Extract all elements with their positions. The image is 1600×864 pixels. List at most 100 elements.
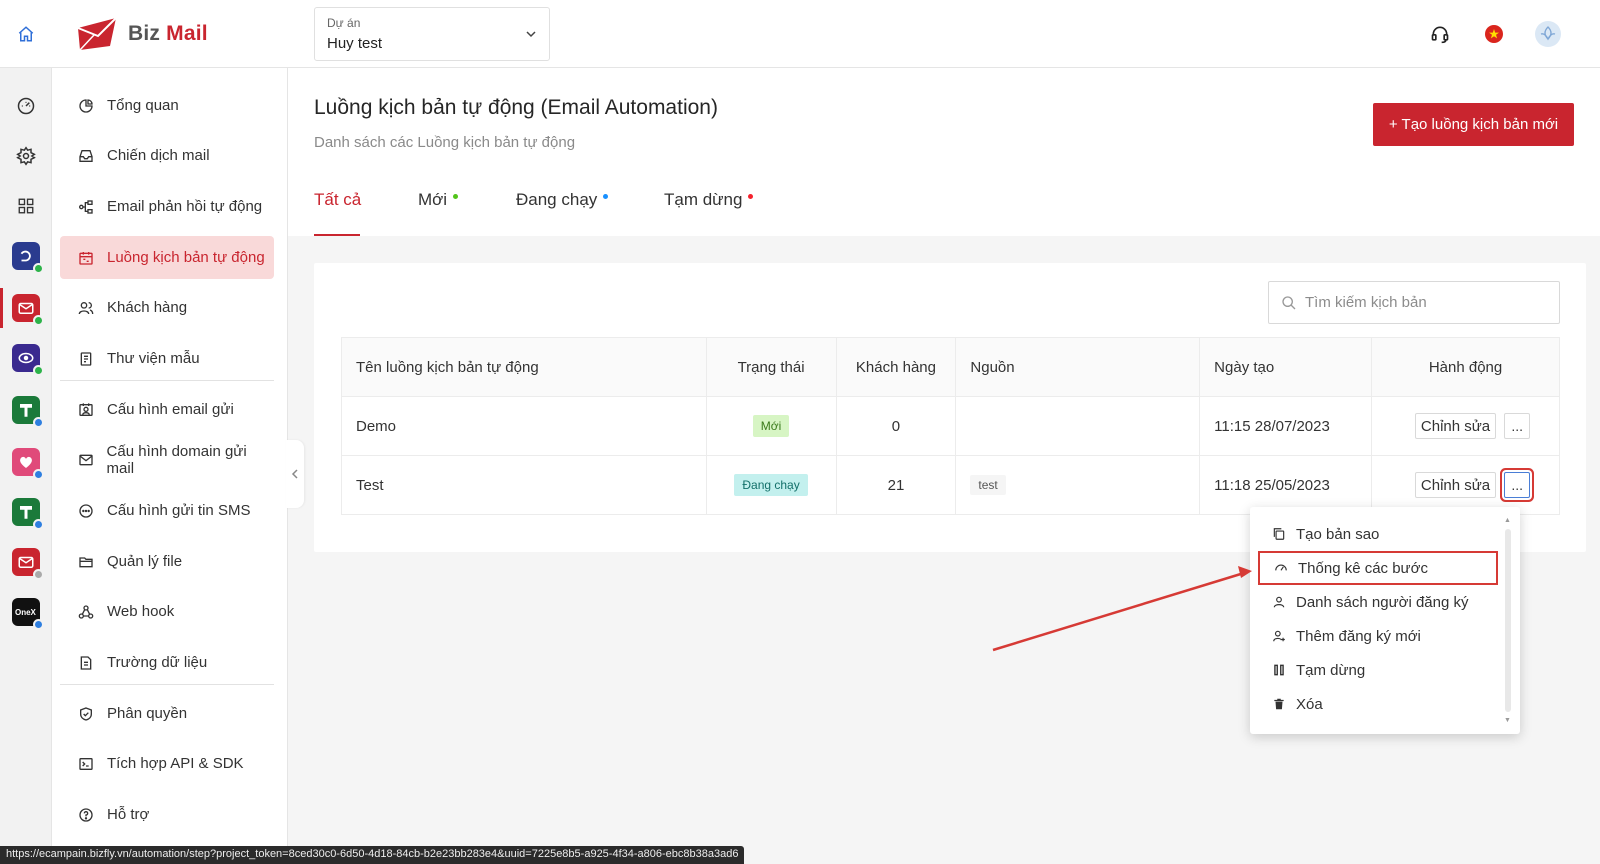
cell-status: Mới: [705, 396, 837, 456]
user-avatar[interactable]: [1534, 20, 1562, 48]
rail-apps-grid[interactable]: [12, 192, 40, 220]
copy-icon: [1273, 528, 1285, 540]
sidebar-item-auto-reply[interactable]: Email phản hồi tự động: [60, 185, 274, 228]
cell-source: test: [955, 455, 1201, 515]
column-header-source[interactable]: Nguồn: [955, 337, 1201, 397]
menu-item-label: Danh sách người đăng ký: [1296, 593, 1469, 611]
sidebar-item-label: Tích hợp API & SDK: [107, 755, 244, 772]
webhook-icon: [77, 603, 95, 621]
online-dot: [33, 315, 44, 326]
sidebar-item-api-sdk[interactable]: Tích hợp API & SDK: [60, 742, 274, 785]
menu-item-label: Thống kê các bước: [1298, 559, 1428, 577]
status-badge: Mới: [752, 415, 790, 437]
sidebar-item-label: Trường dữ liệu: [107, 654, 208, 671]
rail-app-pink[interactable]: [12, 448, 44, 480]
menu-item-duplicate[interactable]: Tạo bản sao: [1270, 517, 1502, 551]
sidebar-item-overview[interactable]: Tổng quan: [60, 84, 274, 127]
sidebar-item-email-config[interactable]: Cấu hình email gửi: [60, 388, 274, 431]
cell-created: 11:15 28/07/2023: [1199, 396, 1373, 456]
column-header-customers[interactable]: Khách hàng: [835, 337, 957, 397]
sidebar-divider: [60, 684, 274, 685]
menu-item-delete[interactable]: Xóa: [1270, 687, 1502, 721]
search-input[interactable]: [1305, 294, 1545, 311]
menu-item-step-stats[interactable]: Thống kê các bước: [1258, 551, 1498, 585]
app-rail: OneX: [0, 68, 52, 864]
terminal-icon: [77, 755, 95, 773]
sidebar-item-sms-config[interactable]: Cấu hình gửi tin SMS: [60, 489, 274, 532]
menu-item-subscribers[interactable]: Danh sách người đăng ký: [1270, 585, 1502, 619]
sidebar-item-mail-campaign[interactable]: Chiến dịch mail: [60, 134, 274, 177]
sidebar-item-automation[interactable]: Luồng kịch bản tự động: [60, 236, 274, 279]
create-automation-button[interactable]: + Tạo luồng kịch bản mới: [1373, 103, 1574, 146]
top-header: Biz Mail Dự án Huy test: [0, 0, 1600, 68]
logo-text-biz: Biz: [128, 22, 161, 45]
sidebar-item-customers[interactable]: Khách hàng: [60, 286, 274, 329]
add-dot: [33, 619, 44, 630]
sidebar-item-data-fields[interactable]: Trường dữ liệu: [60, 641, 274, 684]
sidebar-item-templates[interactable]: Thư viện mẫu: [60, 337, 274, 380]
menu-item-pause[interactable]: Tạm dừng: [1270, 653, 1502, 687]
rail-app-bizfly[interactable]: [12, 242, 44, 274]
sidebar-item-webhook[interactable]: Web hook: [60, 590, 274, 633]
column-header-created[interactable]: Ngày tạo: [1199, 337, 1373, 397]
project-select[interactable]: Dự án Huy test: [314, 7, 550, 61]
chevron-left-icon: [291, 469, 298, 479]
scrollbar-thumb[interactable]: [1505, 529, 1511, 712]
rail-settings[interactable]: [12, 142, 40, 170]
rail-app-chatbot[interactable]: [12, 344, 44, 376]
sidebar-item-label: Phân quyền: [107, 705, 188, 722]
table-header-row: Tên luồng kịch bản tự động Trạng thái Kh…: [341, 337, 1560, 397]
support-headset-icon[interactable]: [1426, 20, 1454, 48]
table-row[interactable]: Demo Mới 0 11:15 28/07/2023 Chỉnh sửa ..…: [341, 396, 1560, 456]
cell-created: 11:18 25/05/2023: [1199, 455, 1373, 515]
page-title: Luồng kịch bản tự động (Email Automation…: [314, 96, 718, 119]
tab-new[interactable]: Mới: [418, 184, 459, 236]
rail-active-indicator: [0, 288, 3, 328]
rail-app-onex[interactable]: OneX: [12, 598, 44, 630]
tab-label: Đang chạy: [516, 190, 598, 209]
sidebar-item-domain-config[interactable]: Cấu hình domain gửi mail: [60, 438, 274, 481]
online-dot: [33, 365, 44, 376]
cell-status: Đang chạy: [705, 455, 837, 515]
rail-app-mail-2[interactable]: [12, 548, 44, 580]
table-row[interactable]: Test Đang chạy 21 test 11:18 25/05/2023 …: [341, 455, 1560, 515]
source-tag: test: [970, 475, 1006, 495]
tab-paused[interactable]: Tạm dừng: [664, 184, 754, 236]
sidebar-item-file-manager[interactable]: Quản lý file: [60, 540, 274, 583]
rail-app-green-2[interactable]: [12, 498, 44, 530]
menu-item-label: Tạm dừng: [1296, 661, 1366, 679]
menu-item-add-subscriber[interactable]: Thêm đăng ký mới: [1270, 619, 1502, 653]
sidebar-item-permissions[interactable]: Phân quyền: [60, 692, 274, 735]
edit-button[interactable]: Chỉnh sửa: [1414, 413, 1497, 439]
vietnam-flag-icon[interactable]: [1480, 20, 1508, 48]
sidebar-item-label: Khách hàng: [107, 299, 188, 316]
sidebar-item-support[interactable]: Hỗ trợ: [60, 793, 274, 836]
bizmail-logo[interactable]: Biz Mail: [76, 16, 208, 52]
column-header-name[interactable]: Tên luồng kịch bản tự động: [341, 337, 707, 397]
more-actions-button[interactable]: ...: [1504, 413, 1531, 439]
dropdown-scrollbar[interactable]: ▲ ▼: [1504, 517, 1512, 724]
tab-all[interactable]: Tất cả: [314, 184, 361, 236]
tab-running[interactable]: Đang chạy: [516, 184, 609, 236]
tab-label: Tạm dừng: [664, 190, 743, 209]
home-button[interactable]: [0, 0, 52, 68]
calendar-flow-icon: [77, 249, 95, 267]
document-icon: [77, 654, 95, 672]
sidebar-collapse-button[interactable]: [286, 440, 304, 508]
rail-dashboard[interactable]: [12, 92, 40, 120]
app-mail-2-icon: [18, 556, 34, 568]
project-value: Huy test: [327, 35, 383, 52]
more-actions-button[interactable]: ...: [1504, 472, 1531, 498]
rail-app-bizmail[interactable]: [12, 294, 44, 326]
pie-chart-icon: [77, 97, 95, 115]
logo-text: Biz Mail: [128, 22, 208, 46]
page-header: Luồng kịch bản tự động (Email Automation…: [288, 68, 1600, 236]
cell-name[interactable]: Demo: [341, 396, 707, 456]
scroll-up-icon[interactable]: ▲: [1504, 517, 1511, 524]
scroll-down-icon[interactable]: ▼: [1504, 717, 1511, 724]
rail-app-green-1[interactable]: [12, 396, 44, 428]
cell-name[interactable]: Test: [341, 455, 707, 515]
edit-button[interactable]: Chỉnh sửa: [1414, 472, 1497, 498]
search-box[interactable]: [1268, 281, 1560, 324]
column-header-status[interactable]: Trạng thái: [705, 337, 837, 397]
